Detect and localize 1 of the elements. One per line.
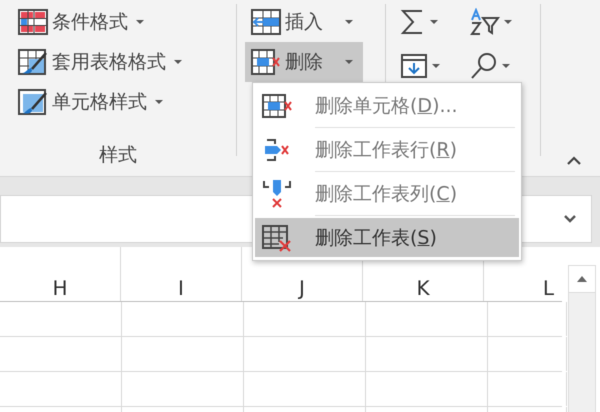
group-label: 样式 (98, 143, 138, 168)
